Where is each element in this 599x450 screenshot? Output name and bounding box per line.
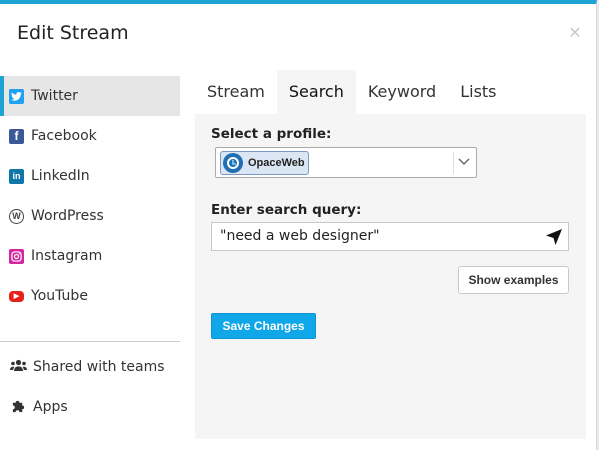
linkedin-icon: in (9, 168, 24, 184)
edit-stream-modal: Edit Stream ✕ Twitter f Facebook in Link… (0, 0, 597, 450)
query-label: Enter search query: (211, 202, 362, 218)
save-changes-button[interactable]: Save Changes (211, 313, 316, 339)
send-icon[interactable] (545, 228, 563, 246)
tab-stream[interactable]: Stream (195, 70, 277, 114)
search-query-input[interactable]: "need a web designer" (211, 222, 569, 251)
sidebar-item-label: WordPress (31, 208, 104, 224)
profile-avatar (223, 153, 243, 173)
sidebar-item-shared-with-teams[interactable]: Shared with teams (0, 347, 180, 387)
tab-bar: Stream Search Keyword Lists (195, 70, 586, 114)
sidebar-item-apps[interactable]: Apps (0, 387, 180, 427)
sidebar-item-facebook[interactable]: f Facebook (0, 116, 180, 156)
selected-profile-name: OpaceWeb (248, 157, 305, 169)
sidebar-item-label: Twitter (31, 88, 78, 104)
sidebar-item-wordpress[interactable]: W WordPress (0, 196, 180, 236)
network-sidebar: Twitter f Facebook in LinkedIn W WordPre… (0, 76, 180, 427)
sidebar-item-label: Shared with teams (33, 359, 165, 375)
profile-label: Select a profile: (211, 126, 332, 142)
sidebar-item-youtube[interactable]: ▶ YouTube (0, 276, 180, 316)
profile-select[interactable]: OpaceWeb (215, 147, 477, 178)
sidebar-item-label: Instagram (31, 248, 103, 264)
show-examples-button[interactable]: Show examples (458, 266, 569, 294)
chevron-down-icon[interactable] (453, 152, 473, 174)
twitter-icon (9, 88, 24, 104)
wordpress-icon: W (9, 208, 24, 224)
close-icon[interactable]: ✕ (568, 25, 582, 41)
search-query-value: "need a web designer" (220, 228, 380, 244)
facebook-icon: f (9, 128, 24, 144)
stream-settings-panel: Stream Search Keyword Lists Select a pro… (195, 70, 586, 439)
sidebar-item-instagram[interactable]: Instagram (0, 236, 180, 276)
sidebar-item-twitter[interactable]: Twitter (0, 76, 180, 116)
sidebar-item-label: YouTube (31, 288, 88, 304)
modal-title: Edit Stream (17, 22, 129, 44)
tab-keyword[interactable]: Keyword (356, 70, 448, 114)
instagram-icon (9, 248, 24, 264)
sidebar-item-label: Apps (33, 399, 68, 415)
sidebar-divider (0, 341, 180, 342)
youtube-icon: ▶ (9, 290, 24, 302)
puzzle-icon (9, 398, 27, 417)
profile-chip: OpaceWeb (220, 151, 309, 175)
sidebar-item-linkedin[interactable]: in LinkedIn (0, 156, 180, 196)
team-icon (9, 359, 27, 376)
sidebar-item-label: LinkedIn (31, 168, 90, 184)
tab-lists[interactable]: Lists (448, 70, 508, 114)
tab-search[interactable]: Search (276, 70, 356, 114)
sidebar-item-label: Facebook (31, 128, 97, 144)
